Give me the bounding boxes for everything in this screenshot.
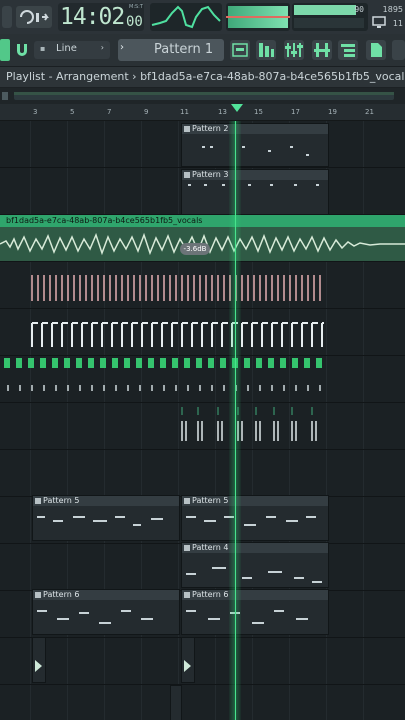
clip-name: Pattern 5 <box>33 496 179 506</box>
sample-clip-spikes[interactable] <box>28 317 328 353</box>
bar-label: 7 <box>107 108 112 116</box>
sample-clip-waveform[interactable] <box>28 269 326 307</box>
song-time-sub: 00 <box>126 14 143 30</box>
bar-label: 13 <box>218 108 227 116</box>
clip-name: Pattern 3 <box>182 170 328 180</box>
bar-label: 11 <box>180 108 189 116</box>
cpu-value: 90 <box>354 5 364 14</box>
monitor-icon[interactable] <box>372 14 386 28</box>
toolbar-menu-button[interactable] <box>2 6 12 28</box>
timeline-ruler[interactable]: 3 5 7 9 11 13 15 17 19 21 <box>0 104 405 121</box>
plugin-rack-icon[interactable] <box>312 40 332 60</box>
master-level-meter <box>226 3 290 31</box>
pattern-clip[interactable]: Pattern 4 <box>181 542 329 588</box>
pattern-clip[interactable]: Pattern 2 <box>181 123 329 167</box>
pattern-clip[interactable]: Pattern 6 <box>181 589 329 635</box>
marker-clip[interactable] <box>170 685 182 720</box>
marker-clip[interactable] <box>32 637 46 683</box>
audio-clip-name: bf1dad5a-e7ca-48ab-807a-b4ce565b1fb5_voc… <box>6 216 203 225</box>
prev-pattern-icon[interactable]: › <box>120 42 124 53</box>
song-time-main: 14:02 <box>60 4 125 30</box>
counter-top: 1895 <box>382 5 403 14</box>
pattern-selector-label: Pattern 1 <box>154 42 214 57</box>
loop-record-icon <box>20 10 49 24</box>
snap-label: Line <box>56 43 77 54</box>
pattern-clip[interactable]: Pattern 5 <box>32 495 180 541</box>
sample-clip-perc[interactable] <box>178 403 328 447</box>
bar-label: 15 <box>254 108 263 116</box>
clip-name: Pattern 4 <box>182 543 328 553</box>
breadcrumb-clip-name[interactable]: bf1dad5a-e7ca-48ab-807a-b4ce565b1fb5_voc… <box>140 70 405 83</box>
playlist-title: Playlist - Arrangement <box>6 70 129 83</box>
record-pattern-button[interactable] <box>16 6 52 28</box>
bar-label: 19 <box>328 108 337 116</box>
chevron-right-icon: › <box>100 43 104 52</box>
browser-icon[interactable] <box>338 40 358 60</box>
bar-label: 21 <box>365 108 374 116</box>
pattern-clip[interactable]: Pattern 6 <box>32 589 180 635</box>
marker-clip[interactable] <box>181 637 195 683</box>
playlist-titlebar: Playlist - Arrangement › bf1dad5a-e7ca-4… <box>0 67 405 88</box>
playhead-marker-icon[interactable] <box>231 104 243 112</box>
breadcrumb-separator: › <box>132 70 137 83</box>
playlist-tracks[interactable]: Pattern 2 Pattern 3 bf1dad5a-e7ca-48ab-8… <box>0 121 405 720</box>
audio-clip-header[interactable]: bf1dad5a-e7ca-48ab-807a-b4ce565b1fb5_voc… <box>0 215 405 227</box>
time-format-label: M:S:T <box>129 4 143 10</box>
clip-name: Pattern 5 <box>182 496 328 506</box>
counter-bottom: 11 <box>392 19 403 28</box>
oscilloscope-display[interactable] <box>150 3 222 31</box>
pattern-selector[interactable]: › Pattern 1 <box>118 39 224 61</box>
pattern-clip[interactable]: Pattern 3 <box>181 169 329 215</box>
playlist-toolbar: ▪ Line › › Pattern 1 <box>0 34 405 67</box>
clip-name: Pattern 2 <box>182 124 328 134</box>
sample-clip-hats[interactable] <box>4 375 330 399</box>
channel-rack-icon[interactable] <box>256 40 276 60</box>
main-toolbar: 14:02 00 M:S:T 90 1895 11 <box>0 0 405 35</box>
gain-badge[interactable]: -3.6dB <box>180 243 210 255</box>
playlist-icon[interactable] <box>366 40 386 60</box>
magnet-icon[interactable] <box>14 42 30 58</box>
clip-name: Pattern 6 <box>182 590 328 600</box>
bar-label: 3 <box>33 108 38 116</box>
playhead[interactable] <box>235 121 236 720</box>
mixer-icon[interactable] <box>284 40 304 60</box>
audio-waveform: -3.6dB <box>0 227 405 261</box>
tool-draw-button[interactable] <box>0 39 10 61</box>
pattern-clip[interactable]: Pattern 5 <box>181 495 329 541</box>
clip-name: Pattern 6 <box>33 590 179 600</box>
sample-clip-green[interactable] <box>4 355 330 369</box>
piano-roll-icon[interactable] <box>230 40 250 60</box>
horizontal-scrollbar[interactable] <box>0 88 405 104</box>
oscilloscope-wave <box>151 5 221 29</box>
bar-label: 9 <box>144 108 149 116</box>
bar-label: 17 <box>291 108 300 116</box>
snap-selector[interactable]: ▪ Line › <box>34 41 110 59</box>
audio-clip[interactable]: bf1dad5a-e7ca-48ab-807a-b4ce565b1fb5_voc… <box>0 215 405 261</box>
cpu-meter: 90 <box>292 3 368 31</box>
more-icon[interactable] <box>392 40 405 60</box>
bar-label: 5 <box>70 108 75 116</box>
